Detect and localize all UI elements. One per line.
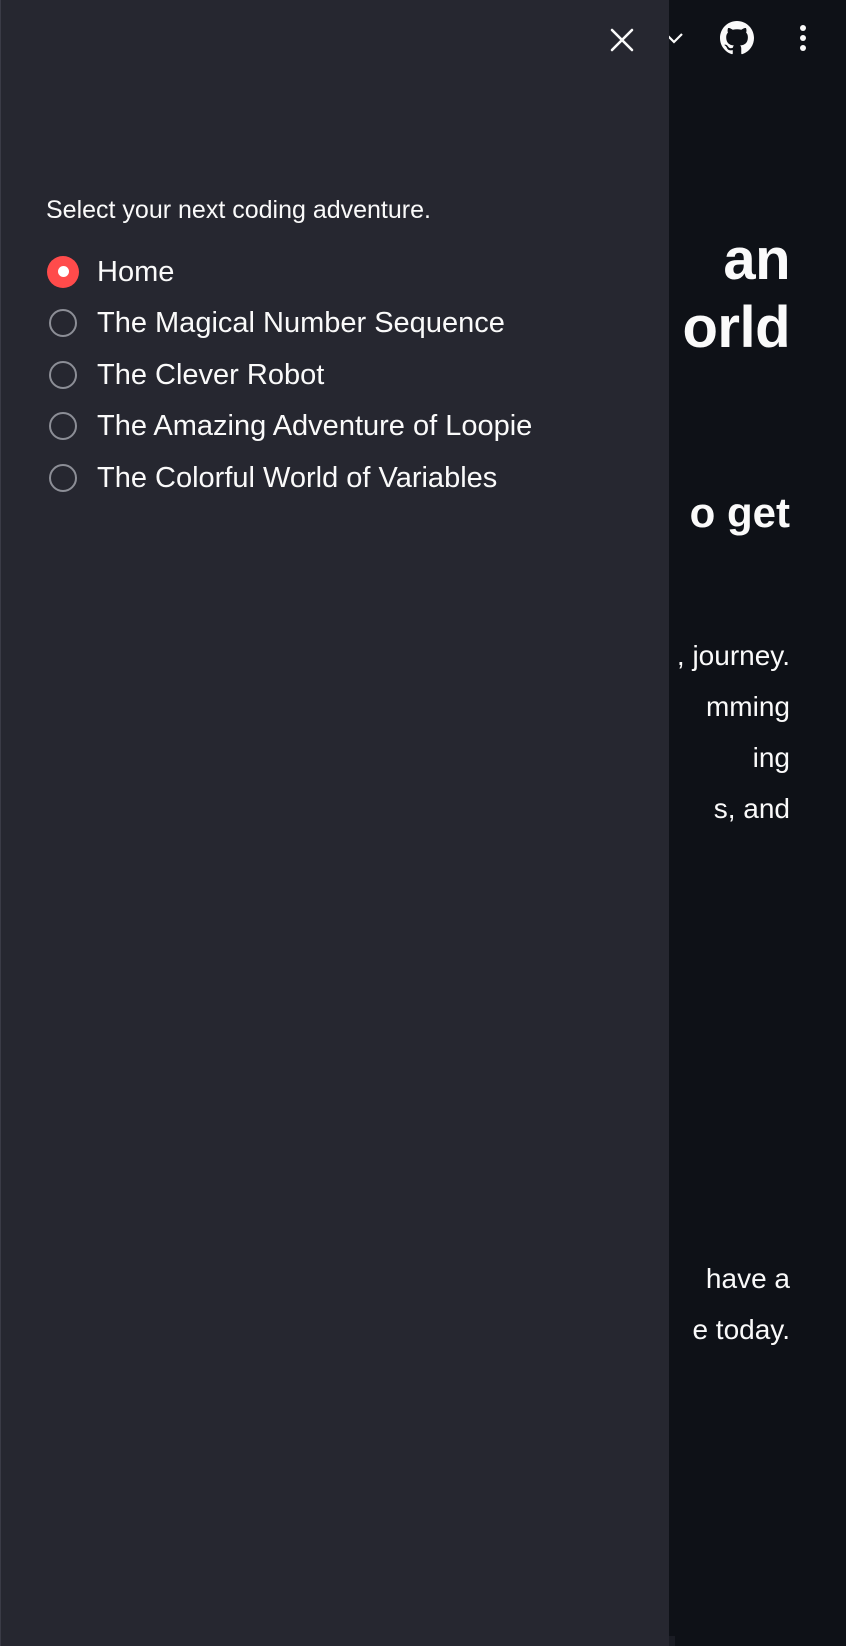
radio-button[interactable] [49,360,77,389]
radio-button[interactable] [49,309,77,338]
radio-option-colorful-world-of-variables[interactable]: The Colorful World of Variables [49,452,532,504]
kebab-menu-icon[interactable] [783,18,823,58]
radio-label: The Colorful World of Variables [97,461,498,494]
github-icon[interactable] [717,18,757,58]
radio-option-amazing-adventure-of-loopie[interactable]: The Amazing Adventure of Loopie [49,401,532,453]
close-icon [609,27,635,58]
radio-label: Home [97,255,175,288]
adventure-radio-group: Home The Magical Number Sequence The Cle… [47,246,532,504]
sidebar: Select your next coding adventure. Home … [0,0,669,1646]
radio-button[interactable] [49,412,77,441]
close-sidebar-button[interactable] [602,22,642,62]
radio-option-clever-robot[interactable]: The Clever Robot [49,349,532,401]
radio-label: The Clever Robot [97,358,325,391]
navigation-label: Select your next coding adventure. [46,196,431,224]
app-window: an orld o get , journey. mming ing s, an… [0,0,846,1646]
radio-label: The Magical Number Sequence [97,307,505,340]
radio-option-magical-number-sequence[interactable]: The Magical Number Sequence [49,298,532,350]
radio-option-home[interactable]: Home [47,246,532,298]
radio-button[interactable] [49,463,77,492]
radio-button-selected[interactable] [47,255,79,288]
radio-label: The Amazing Adventure of Loopie [97,410,533,443]
